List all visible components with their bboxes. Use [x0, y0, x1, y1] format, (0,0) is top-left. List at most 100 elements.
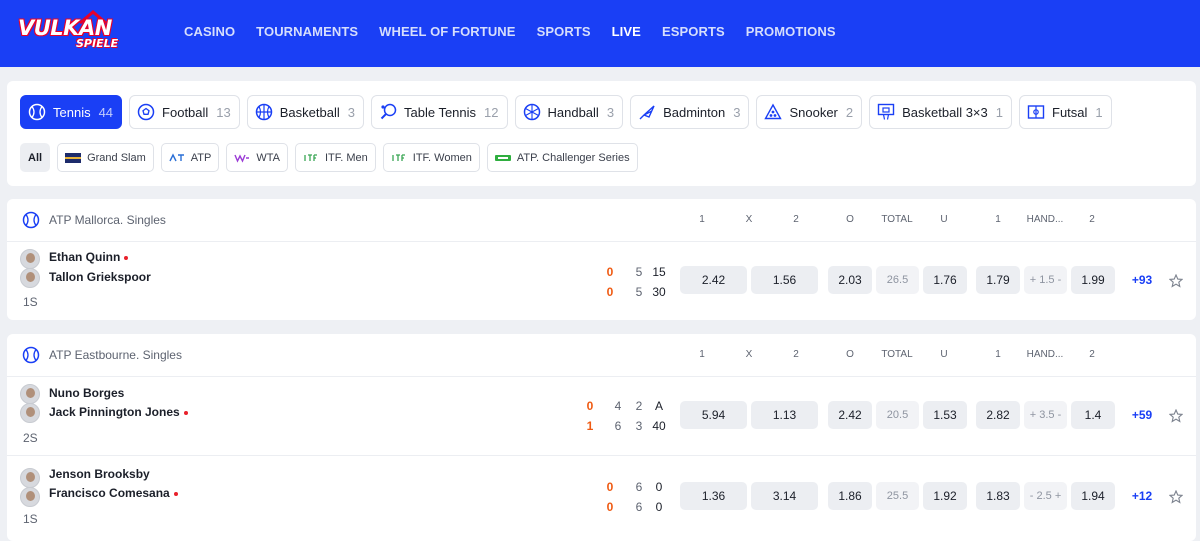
- odd-win-1[interactable]: 1.36: [680, 482, 747, 510]
- league-name: ATP Mallorca. Singles: [49, 213, 166, 227]
- tournament-tab-itf-men[interactable]: ITF. Men: [294, 143, 376, 172]
- atp-logo-icon: [169, 152, 184, 161]
- tab-count: 1: [995, 104, 1003, 120]
- football-icon: [137, 103, 155, 121]
- tournament-tab-all[interactable]: All: [20, 143, 51, 172]
- nav-esports[interactable]: ESPORTS: [662, 24, 725, 39]
- odd-handicap-1[interactable]: 1.83: [976, 482, 1020, 510]
- tab-table-tennis[interactable]: Table Tennis 12: [370, 95, 508, 129]
- odd-under[interactable]: 1.53: [923, 401, 967, 429]
- tournament-tab-atp-challenger[interactable]: ATP. Challenger Series: [486, 143, 638, 172]
- tab-handball[interactable]: Handball 3: [514, 95, 624, 129]
- odd-draw[interactable]: 1.56: [751, 266, 818, 294]
- odd-under[interactable]: 1.92: [923, 482, 967, 510]
- tournament-label: ATP. Challenger Series: [516, 151, 630, 164]
- current-set: 1S: [23, 295, 38, 309]
- odd-handicap-1[interactable]: 1.79: [976, 266, 1020, 294]
- logo-sub-text: SPIELE: [76, 37, 119, 50]
- vulkan-logo[interactable]: VULKAN SPIELE: [18, 10, 136, 52]
- tab-label: Badminton: [663, 104, 726, 120]
- serving-indicator: [124, 255, 129, 260]
- match-row[interactable]: Jenson Brooksby Francisco Comesana 1S 00…: [7, 457, 1196, 537]
- odd-draw[interactable]: 3.14: [751, 482, 818, 510]
- challenger-logo-icon: [494, 154, 511, 161]
- handicap-line: + 1.5 -: [1024, 266, 1067, 294]
- league-header: ATP Eastbourne. Singles 1 X 2 O TOTAL U …: [7, 334, 1196, 377]
- tab-label: Futsal: [1052, 104, 1088, 120]
- tournament-label: ATP: [190, 151, 212, 164]
- favorite-star-icon[interactable]: [1169, 490, 1183, 504]
- tournament-tab-grand-slam[interactable]: Grand Slam: [57, 143, 154, 172]
- current-set: 2S: [23, 431, 38, 445]
- futsal-icon: [1027, 105, 1045, 119]
- snooker-icon: [764, 103, 783, 120]
- tab-badminton[interactable]: Badminton 3: [630, 95, 750, 129]
- match-row[interactable]: Nuno Borges Jack Pinnington Jones 2S 01 …: [7, 378, 1196, 456]
- shuttlecock-icon: [639, 105, 655, 120]
- itf-logo-icon: [392, 153, 405, 161]
- handicap-line: + 3.5 -: [1024, 401, 1067, 429]
- tab-count: 3: [733, 104, 741, 120]
- basketball-hoop-icon: [877, 103, 895, 120]
- sport-filter-panel: Tennis 44 Football 13 Basketball 3 Table Te…: [7, 81, 1196, 186]
- score-set-1: 46: [614, 399, 622, 433]
- odd-handicap-2[interactable]: 1.4: [1071, 401, 1115, 429]
- favorite-star-icon[interactable]: [1169, 274, 1183, 288]
- league-card-atp-eastbourne: ATP Eastbourne. Singles 1 X 2 O TOTAL U …: [7, 334, 1196, 541]
- tab-football[interactable]: Football 13: [129, 95, 240, 129]
- tournament-tab-itf-women[interactable]: ITF. Women: [382, 143, 480, 172]
- tab-snooker[interactable]: Snooker 2: [756, 95, 863, 129]
- itf-logo-icon: [304, 153, 317, 161]
- tennis-ball-icon: [28, 103, 46, 121]
- tournament-tab-wta[interactable]: WTA: [226, 143, 288, 172]
- tab-label: Snooker: [789, 104, 838, 120]
- odd-under[interactable]: 1.76: [923, 266, 967, 294]
- odd-over[interactable]: 1.86: [828, 482, 872, 510]
- odd-over[interactable]: 2.42: [828, 401, 872, 429]
- tournament-label: All: [28, 151, 43, 164]
- tab-futsal[interactable]: Futsal 1: [1019, 95, 1112, 129]
- score-current-game: 00: [655, 480, 663, 514]
- score-current-game: A 40: [652, 399, 666, 433]
- tournament-label: ITF. Women: [412, 151, 472, 164]
- odd-handicap-1[interactable]: 2.82: [976, 401, 1020, 429]
- nav-tournaments[interactable]: TOURNAMENTS: [256, 24, 358, 39]
- nav-wheel-of-fortune[interactable]: WHEEL OF FORTUNE: [379, 24, 515, 39]
- nav-sports[interactable]: SPORTS: [537, 24, 591, 39]
- handicap-line: - 2.5 +: [1024, 482, 1067, 510]
- total-line: 25.5: [876, 482, 919, 510]
- nav-promotions[interactable]: PROMOTIONS: [746, 24, 836, 39]
- match-row[interactable]: Ethan Quinn Tallon Griekspoor 1S 00 55 1…: [7, 243, 1196, 320]
- tennis-ball-icon: [22, 346, 40, 364]
- odd-over[interactable]: 2.03: [828, 266, 872, 294]
- score-set-1: 55: [635, 265, 643, 299]
- tab-count: 3: [347, 104, 355, 120]
- tab-basketball[interactable]: Basketball 3: [246, 95, 364, 129]
- tab-tennis[interactable]: Tennis 44: [20, 95, 123, 129]
- avatar: [20, 468, 40, 488]
- tournament-tabs: All Grand Slam ATP WTA ITF. Men ITF. Wom…: [20, 143, 645, 172]
- more-markets-link[interactable]: +59: [1126, 408, 1158, 422]
- total-line: 26.5: [876, 266, 919, 294]
- favorite-star-icon[interactable]: [1169, 409, 1183, 423]
- nav-casino[interactable]: CASINO: [184, 24, 235, 39]
- main-nav: CASINO TOURNAMENTS WHEEL OF FORTUNE SPOR…: [184, 24, 857, 39]
- nav-live[interactable]: LIVE: [612, 24, 641, 39]
- serving-indicator: [173, 491, 178, 496]
- tournament-tab-atp[interactable]: ATP: [160, 143, 220, 172]
- column-header-handicap-2: 2: [1089, 349, 1095, 360]
- more-markets-link[interactable]: +93: [1126, 273, 1158, 287]
- avatar: [20, 403, 40, 423]
- tab-basketball-3x3[interactable]: Basketball 3×3 1: [869, 95, 1012, 129]
- odd-draw[interactable]: 1.13: [751, 401, 818, 429]
- wta-logo-icon: [234, 153, 250, 163]
- tab-label: Tennis: [53, 104, 91, 120]
- column-header-2: 2: [793, 349, 799, 360]
- odd-win-1[interactable]: 5.94: [680, 401, 747, 429]
- odd-handicap-2[interactable]: 1.99: [1071, 266, 1115, 294]
- more-markets-link[interactable]: +12: [1126, 489, 1158, 503]
- odd-win-1[interactable]: 2.42: [680, 266, 747, 294]
- avatar: [20, 249, 40, 269]
- tab-count: 3: [606, 104, 615, 120]
- odd-handicap-2[interactable]: 1.94: [1071, 482, 1115, 510]
